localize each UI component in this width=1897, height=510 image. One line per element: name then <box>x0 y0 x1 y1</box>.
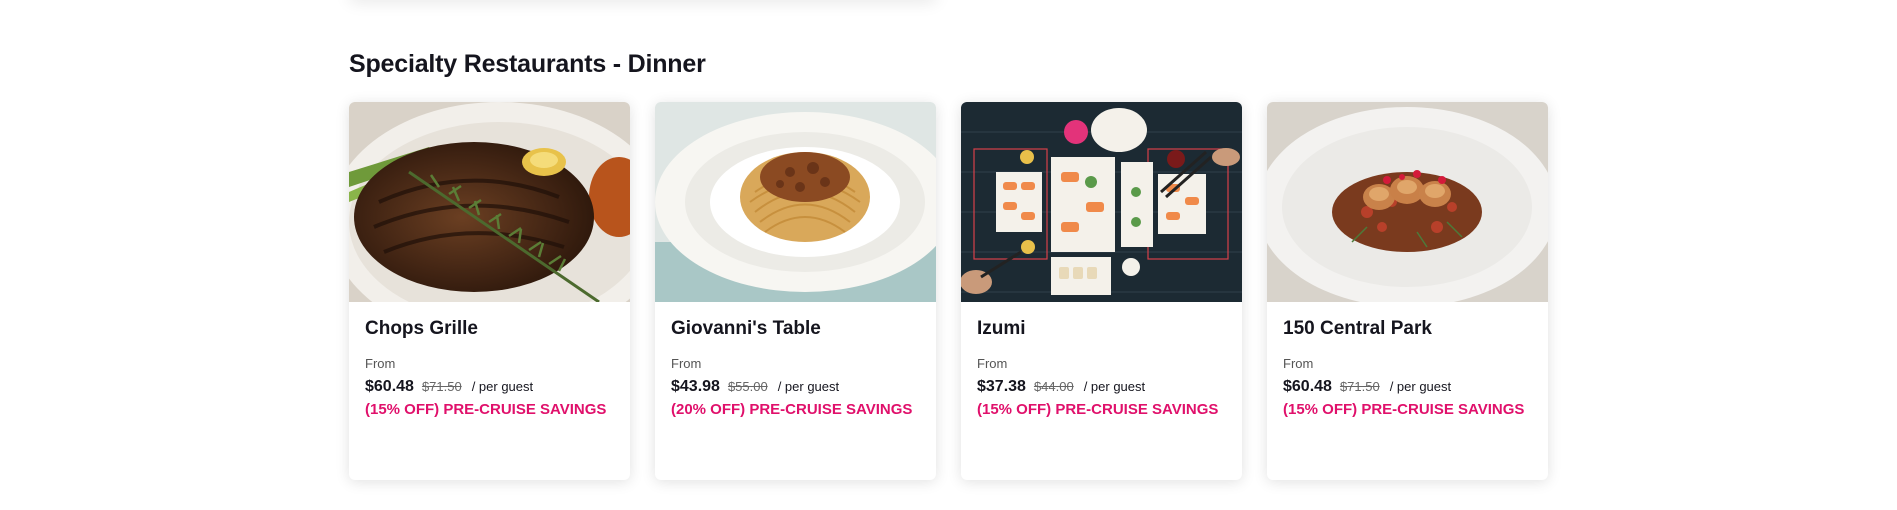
card-body: Chops Grille From $60.48 $71.50 / per gu… <box>349 302 630 419</box>
from-label: From <box>977 356 1008 371</box>
card-body: Izumi From $37.38 $44.00 / per guest (15… <box>961 302 1242 419</box>
savings-badge: (15% OFF) PRE-CRUISE SAVINGS <box>1283 401 1525 418</box>
spaghetti-photo[interactable] <box>655 102 936 302</box>
restaurant-card-150-central-park[interactable]: 150 Central Park From $60.48 $71.50 / pe… <box>1267 102 1548 480</box>
page: Specialty Restaurants - Dinner Chops Gri… <box>0 0 1897 510</box>
savings-badge: (15% OFF) PRE-CRUISE SAVINGS <box>365 401 607 418</box>
restaurant-name[interactable]: 150 Central Park <box>1283 318 1532 340</box>
restaurant-card-list: Chops Grille From $60.48 $71.50 / per gu… <box>349 102 1548 480</box>
sale-price: $60.48 <box>365 378 414 395</box>
sale-price: $60.48 <box>1283 378 1332 395</box>
steak-photo[interactable] <box>349 102 630 302</box>
per-guest-label: / per guest <box>1389 379 1452 394</box>
original-price: $71.50 <box>1339 379 1380 394</box>
price-row: $60.48 $71.50 / per guest <box>1283 378 1532 396</box>
restaurant-card-chops-grille[interactable]: Chops Grille From $60.48 $71.50 / per gu… <box>349 102 630 480</box>
savings-badge: (15% OFF) PRE-CRUISE SAVINGS <box>977 401 1219 418</box>
per-guest-label: / per guest <box>471 379 534 394</box>
card-body: Giovanni's Table From $43.98 $55.00 / pe… <box>655 302 936 419</box>
price-row: $37.38 $44.00 / per guest <box>977 378 1226 396</box>
price-row: $60.48 $71.50 / per guest <box>365 378 614 396</box>
restaurant-name[interactable]: Giovanni's Table <box>671 318 920 340</box>
restaurant-card-izumi[interactable]: Izumi From $37.38 $44.00 / per guest (15… <box>961 102 1242 480</box>
restaurant-card-giovannis-table[interactable]: Giovanni's Table From $43.98 $55.00 / pe… <box>655 102 936 480</box>
original-price: $71.50 <box>421 379 462 394</box>
sale-price: $43.98 <box>671 378 720 395</box>
from-label: From <box>671 356 702 371</box>
price-row: $43.98 $55.00 / per guest <box>671 378 920 396</box>
from-label: From <box>365 356 396 371</box>
scallops-photo[interactable] <box>1267 102 1548 302</box>
per-guest-label: / per guest <box>1083 379 1146 394</box>
section-title: Specialty Restaurants - Dinner <box>349 50 706 78</box>
savings-badge: (20% OFF) PRE-CRUISE SAVINGS <box>671 401 913 418</box>
from-label: From <box>1283 356 1314 371</box>
per-guest-label: / per guest <box>777 379 840 394</box>
original-price: $44.00 <box>1033 379 1074 394</box>
restaurant-name[interactable]: Izumi <box>977 318 1226 340</box>
original-price: $55.00 <box>727 379 768 394</box>
restaurant-name[interactable]: Chops Grille <box>365 318 614 340</box>
sushi-photo[interactable] <box>961 102 1242 302</box>
card-body: 150 Central Park From $60.48 $71.50 / pe… <box>1267 302 1548 419</box>
sale-price: $37.38 <box>977 378 1026 395</box>
